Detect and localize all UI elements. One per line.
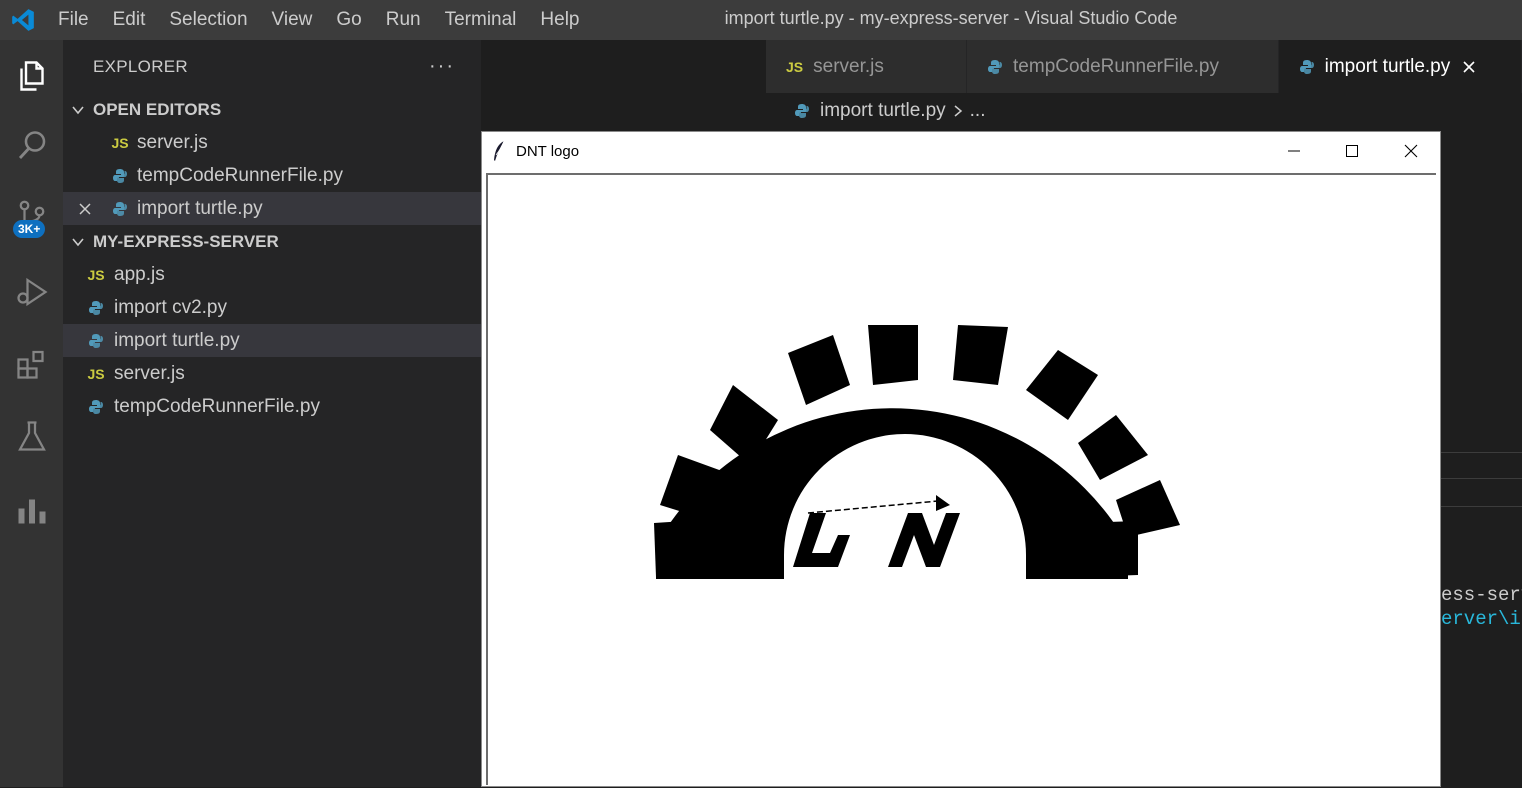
menu-view[interactable]: View <box>260 0 325 40</box>
turtle-window-title: DNT logo <box>516 142 580 160</box>
tab-tempcoderunner[interactable]: tempCodeRunnerFile.py <box>967 40 1279 93</box>
python-file-icon <box>794 103 810 119</box>
menu-edit[interactable]: Edit <box>101 0 158 40</box>
explorer-icon[interactable] <box>0 46 63 106</box>
chevron-down-icon <box>63 235 93 249</box>
file-label: app.js <box>114 263 165 285</box>
turtle-canvas[interactable] <box>486 173 1436 785</box>
editor-tab-bar: JS server.js tempCodeRunnerFile.py impor… <box>766 40 1522 93</box>
more-actions-button[interactable]: ··· <box>429 55 455 78</box>
file-label: server.js <box>114 362 185 384</box>
breadcrumb: import turtle.py ... <box>766 93 1522 129</box>
open-editors-section[interactable]: OPEN EDITORS <box>63 93 481 126</box>
vscode-logo-icon <box>0 0 46 40</box>
python-file-icon <box>1299 59 1315 75</box>
tab-label: tempCodeRunnerFile.py <box>1013 55 1219 77</box>
menu-run[interactable]: Run <box>374 0 433 40</box>
search-icon[interactable] <box>0 116 63 176</box>
tab-label: server.js <box>813 55 884 77</box>
close-button[interactable] <box>1382 132 1440 170</box>
python-file-icon <box>83 399 109 415</box>
tab-close-icon[interactable] <box>1462 60 1476 74</box>
terminal-line: erver\i <box>1441 608 1521 630</box>
open-editors-label: OPEN EDITORS <box>93 99 222 119</box>
breadcrumb-file[interactable]: import turtle.py <box>820 100 946 122</box>
panel-divider <box>1441 452 1522 453</box>
close-icon[interactable] <box>63 202 107 216</box>
run-debug-icon[interactable] <box>0 262 63 322</box>
menu-go[interactable]: Go <box>324 0 373 40</box>
python-file-icon <box>107 168 133 184</box>
menu-selection[interactable]: Selection <box>157 0 259 40</box>
file-item[interactable]: import cv2.py <box>63 291 481 324</box>
python-file-icon <box>987 59 1003 75</box>
open-editor-label: import turtle.py <box>137 197 263 219</box>
tk-feather-icon <box>482 140 516 162</box>
file-item[interactable]: JS server.js <box>63 357 481 390</box>
js-file-icon: JS <box>87 365 105 382</box>
tab-label: import turtle.py <box>1324 55 1451 77</box>
turtle-window: DNT logo <box>481 131 1441 787</box>
file-label: tempCodeRunnerFile.py <box>114 395 320 417</box>
title-bar: File Edit Selection View Go Run Terminal… <box>0 0 1522 40</box>
tab-import-turtle[interactable]: import turtle.py <box>1278 40 1522 93</box>
file-label: import cv2.py <box>114 296 227 318</box>
js-file-icon: JS <box>87 266 105 283</box>
file-item[interactable]: JS app.js <box>63 258 481 291</box>
explorer-title: EXPLORER <box>93 56 188 76</box>
file-item[interactable]: tempCodeRunnerFile.py <box>63 390 481 423</box>
menu-terminal[interactable]: Terminal <box>433 0 529 40</box>
explorer-header: EXPLORER ··· <box>63 40 481 93</box>
panel-divider <box>1441 506 1522 507</box>
open-editor-item[interactable]: JS server.js <box>63 126 481 159</box>
js-file-icon: JS <box>111 134 129 151</box>
turtle-window-titlebar[interactable]: DNT logo <box>482 132 1440 170</box>
menu-bar: File Edit Selection View Go Run Terminal… <box>46 0 592 40</box>
file-label: import turtle.py <box>114 329 240 351</box>
panel-divider <box>1441 478 1522 479</box>
extensions-icon[interactable] <box>0 334 63 394</box>
file-item-selected[interactable]: import turtle.py <box>63 324 481 357</box>
chevron-down-icon <box>63 103 93 117</box>
minimize-button[interactable] <box>1265 132 1323 170</box>
source-control-badge: 3K+ <box>13 220 46 238</box>
python-file-icon <box>107 201 133 217</box>
dnt-gear-logo <box>654 325 1180 579</box>
project-section[interactable]: MY-EXPRESS-SERVER <box>63 225 481 258</box>
breadcrumb-symbol[interactable]: ... <box>970 100 986 122</box>
python-file-icon <box>83 300 109 316</box>
js-file-icon: JS <box>786 58 804 75</box>
menu-file[interactable]: File <box>46 0 101 40</box>
project-label: MY-EXPRESS-SERVER <box>93 231 279 251</box>
python-file-icon <box>83 333 109 349</box>
menu-help[interactable]: Help <box>528 0 591 40</box>
tab-server-js[interactable]: JS server.js <box>766 40 968 93</box>
open-editor-item-active[interactable]: import turtle.py <box>63 192 481 225</box>
maximize-button[interactable] <box>1323 132 1381 170</box>
chevron-right-icon <box>952 104 964 118</box>
activity-bar: 3K+ <box>0 40 63 787</box>
terminal-line: ess-serv <box>1441 584 1522 606</box>
open-editor-label: server.js <box>137 131 208 153</box>
open-editor-label: tempCodeRunnerFile.py <box>137 164 343 186</box>
testing-flask-icon[interactable] <box>0 406 63 466</box>
analytics-bar-chart-icon[interactable] <box>0 480 63 540</box>
open-editor-item[interactable]: tempCodeRunnerFile.py <box>63 159 481 192</box>
explorer-sidebar: EXPLORER ··· OPEN EDITORS JS server.js t… <box>63 40 481 787</box>
